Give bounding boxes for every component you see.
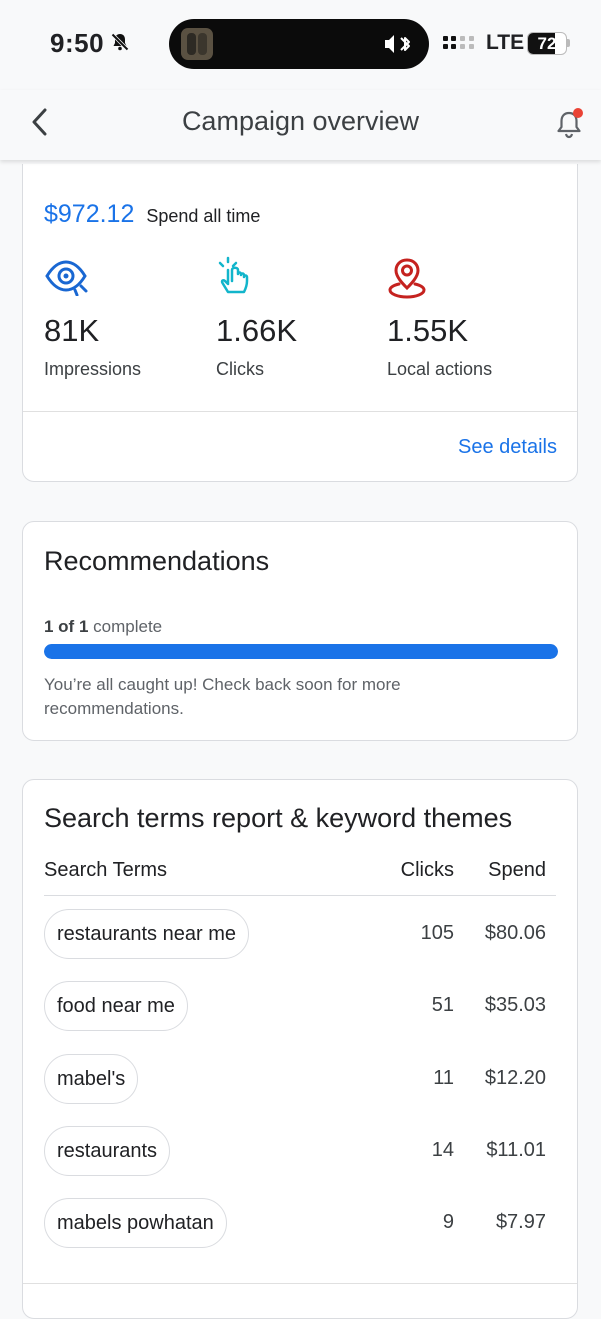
eye-icon xyxy=(44,256,214,300)
metric-label: Clicks xyxy=(216,359,264,379)
network-type: LTE xyxy=(486,31,525,54)
notification-bell-icon xyxy=(557,108,583,139)
performance-summary-card: $972.12 Spend all time 81K Impressions 1… xyxy=(22,164,578,482)
card-divider xyxy=(23,411,577,412)
silent-bell-icon xyxy=(110,28,130,59)
table-row: mabel's 11 $12.20 xyxy=(44,1054,556,1104)
status-time-group: 9:50 xyxy=(50,28,130,59)
recommendations-note: You’re all caught up! Check back soon fo… xyxy=(44,675,401,718)
battery-percent: 72 xyxy=(537,34,557,53)
spend-label: Spend all time xyxy=(146,206,261,226)
search-term-chip[interactable]: food near me xyxy=(44,981,188,1031)
progress-bar-fill xyxy=(44,644,558,659)
progress-count: 1 of 1 xyxy=(44,617,89,636)
search-term-chip[interactable]: mabels powhatan xyxy=(44,1198,227,1248)
row-clicks: 105 xyxy=(420,922,454,944)
see-details-link[interactable]: See details xyxy=(458,436,557,459)
metric-value: 1.66K xyxy=(216,313,298,348)
row-spend: $80.06 xyxy=(484,922,546,944)
table-row: mabels powhatan 9 $7.97 xyxy=(44,1198,556,1248)
progress-suffix: complete xyxy=(93,617,163,636)
dynamic-island[interactable] xyxy=(169,19,429,69)
status-bar: 9:50 LTE 72 xyxy=(0,0,601,90)
row-spend: $12.20 xyxy=(484,1067,546,1089)
location-pin-icon xyxy=(387,256,557,300)
search-terms-card: Search terms report & keyword themes Sea… xyxy=(22,779,578,1319)
column-header-spend: Spend xyxy=(488,859,546,881)
notifications-button[interactable] xyxy=(550,104,590,144)
spend-amount: $972.12 xyxy=(44,200,135,228)
column-header-search-terms: Search Terms xyxy=(44,859,168,881)
speaker-bluetooth-icon xyxy=(383,32,413,61)
metric-label: Impressions xyxy=(44,359,142,379)
table-header: Search Terms Clicks Spend xyxy=(44,859,556,896)
column-header-clicks: Clicks xyxy=(400,859,454,881)
recommendations-card[interactable]: Recommendations 1 of 1 complete You’re a… xyxy=(22,521,578,741)
metric-impressions: 81K Impressions xyxy=(44,256,214,380)
card-divider xyxy=(23,1283,577,1284)
table-row: food near me 51 $35.03 xyxy=(44,981,556,1031)
top-app-bar: Campaign overview xyxy=(0,90,601,160)
table-row: restaurants 14 $11.01 xyxy=(44,1126,556,1176)
battery-icon: 72 xyxy=(527,32,567,55)
battery-tip xyxy=(567,39,570,47)
status-time: 9:50 xyxy=(50,28,105,58)
now-playing-artwork xyxy=(181,28,213,60)
metric-value: 1.55K xyxy=(387,313,469,348)
row-clicks: 9 xyxy=(442,1211,454,1233)
metric-clicks: 1.66K Clicks xyxy=(216,256,386,380)
page-title: Campaign overview xyxy=(181,106,420,136)
search-term-chip[interactable]: restaurants near me xyxy=(44,909,249,959)
progress-text: 1 of 1 complete xyxy=(44,617,162,637)
progress-bar xyxy=(44,644,558,659)
cellular-signal-icon xyxy=(443,33,479,53)
total-spend: $972.12 Spend all time xyxy=(44,200,260,229)
metric-value: 81K xyxy=(44,313,100,348)
row-clicks: 14 xyxy=(431,1139,454,1161)
row-spend: $35.03 xyxy=(484,994,546,1016)
metric-label: Local actions xyxy=(387,359,493,379)
row-spend: $11.01 xyxy=(486,1139,546,1161)
metric-local-actions: 1.55K Local actions xyxy=(387,256,557,380)
recommendations-title: Recommendations xyxy=(44,546,270,576)
row-clicks: 11 xyxy=(433,1067,454,1089)
tap-icon xyxy=(216,256,386,300)
row-clicks: 51 xyxy=(431,994,454,1016)
search-term-chip[interactable]: mabel's xyxy=(44,1054,139,1104)
search-term-chip[interactable]: restaurants xyxy=(44,1126,171,1176)
row-spend: $7.97 xyxy=(495,1211,546,1233)
table-row: restaurants near me 105 $80.06 xyxy=(44,909,556,959)
search-terms-title: Search terms report & keyword themes xyxy=(44,803,513,833)
